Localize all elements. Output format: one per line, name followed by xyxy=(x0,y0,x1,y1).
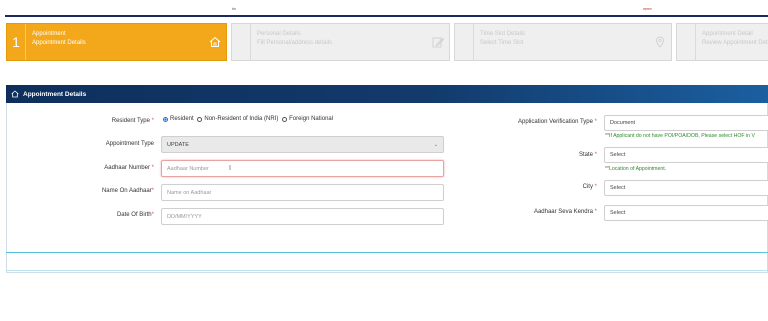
chevron-down-icon: ⌄ xyxy=(433,141,438,148)
panel-title: Appointment Details xyxy=(23,90,87,98)
aadhaar-number-label: Aadhaar Number * xyxy=(104,165,154,171)
state-select[interactable]: Select xyxy=(604,147,768,163)
panel-bottom-border xyxy=(6,270,768,271)
step-title: Appointment xyxy=(32,31,66,37)
date-of-birth-input[interactable]: DD/MM/YYYY xyxy=(161,208,444,225)
step-personal-details[interactable]: Personal Details Fill Personal/address d… xyxy=(231,23,450,61)
resident-type-radio-group: Resident Non-Resident of India (NRI) For… xyxy=(163,116,335,124)
appointment-type-value: UPDATE xyxy=(167,141,189,148)
appointment-type-label: Appointment Type xyxy=(105,141,154,147)
verification-type-hint: **If Applicant do not have POI/POA/DOB, … xyxy=(605,133,755,139)
state-label: State * xyxy=(578,152,597,158)
nri-radio[interactable]: Non-Resident of India (NRI) xyxy=(197,116,278,122)
aadhaar-seva-kendra-select[interactable]: Select xyxy=(604,205,768,221)
panel-separator xyxy=(6,252,768,253)
name-on-aadhaar-label: Name On Aadhaar* xyxy=(101,188,154,194)
verification-type-select[interactable]: Document xyxy=(604,115,768,131)
location-pin-icon xyxy=(649,24,671,60)
step-subtitle: Review Appointment Deta xyxy=(702,40,768,46)
state-hint: **Location of Appointment. xyxy=(605,166,667,172)
foreign-national-radio[interactable]: Foreign National xyxy=(282,116,333,122)
panel-header: Appointment Details xyxy=(6,85,768,103)
step-subtitle: Fill Personal/address details xyxy=(257,40,333,46)
step-subtitle: Select Time Slot xyxy=(480,40,524,46)
home-icon xyxy=(11,90,19,98)
edit-icon xyxy=(427,24,449,60)
step-title: Appointment Detail xyxy=(702,31,753,37)
header-right-text[interactable]: सहायता xyxy=(643,7,652,11)
step-title: Personal Details xyxy=(257,31,301,37)
step-title: Time Slot Details xyxy=(480,31,526,37)
text-cursor-icon: I xyxy=(229,165,231,172)
appointment-type-select[interactable]: UPDATE ⌄ xyxy=(161,136,444,153)
home-icon xyxy=(204,24,226,60)
verification-type-label: Application Verification Type * xyxy=(518,119,597,125)
aadhaar-seva-kendra-label: Aadhaar Seva Kendra * xyxy=(533,209,597,215)
city-select[interactable]: Select xyxy=(604,180,768,196)
step-appointment-detail[interactable]: Appointment Detail Review Appointment De… xyxy=(676,23,768,61)
resident-type-label: Resident Type * xyxy=(111,118,154,124)
date-of-birth-label: Date Of Birth* xyxy=(116,212,154,218)
step-number xyxy=(677,24,696,60)
aadhaar-number-input[interactable]: Aadhaar Number xyxy=(161,160,444,177)
header-divider xyxy=(5,15,768,17)
step-number: 1 xyxy=(7,24,26,60)
step-subtitle: Appointment Details xyxy=(32,40,86,46)
name-on-aadhaar-input[interactable]: Name on Aadhaar xyxy=(161,184,444,201)
city-label: City * xyxy=(582,184,597,190)
step-time-slot[interactable]: Time Slot Details Select Time Slot xyxy=(454,23,672,61)
step-number xyxy=(455,24,474,60)
header-left-text: डेटा xyxy=(232,7,236,11)
step-number xyxy=(232,24,251,60)
resident-radio[interactable]: Resident xyxy=(163,116,194,122)
step-appointment[interactable]: 1 Appointment Appointment Details xyxy=(6,23,227,61)
